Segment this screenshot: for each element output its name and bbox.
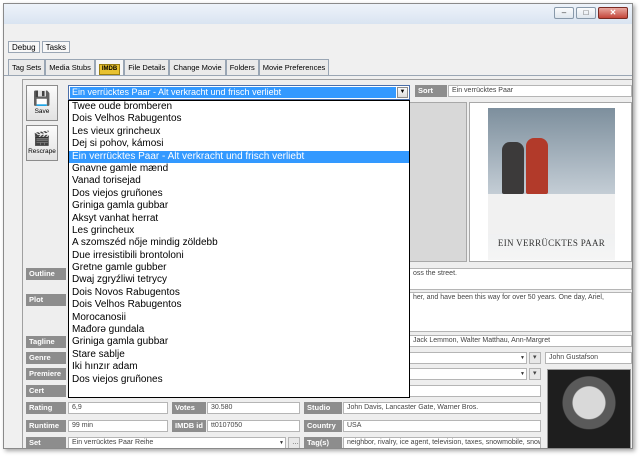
tab-media-stubs[interactable]: Media Stubs (45, 59, 95, 75)
title-combo[interactable]: Ein verrücktes Paar - Alt verkracht und … (68, 85, 410, 100)
runtime-field[interactable]: 99 min (68, 420, 168, 432)
country-field[interactable]: USA (343, 420, 541, 432)
votes-field[interactable]: 30.580 (207, 402, 300, 414)
set-edit-button[interactable]: … (288, 437, 300, 448)
outline-field[interactable]: oss the street. (409, 268, 632, 290)
tab-strip: Tag Sets Media Stubs IMDB File Details C… (4, 59, 632, 76)
country-label: Country (304, 420, 342, 432)
runtime-label: Runtime (26, 420, 66, 432)
dropdown-option[interactable]: Due irresistibili brontoloni (69, 250, 409, 262)
poster-title: EIN VERRÜCKTES PAAR (497, 238, 606, 248)
dropdown-option[interactable]: Dej si pohov, kámosi (69, 138, 409, 150)
actor-photo[interactable] (547, 369, 631, 448)
actors-field[interactable]: Jack Lemmon, Walter Matthau, Ann-Margret (409, 335, 632, 347)
dropdown-option[interactable]: Les grincheux (69, 225, 409, 237)
tab-tag-sets[interactable]: Tag Sets (8, 59, 46, 75)
dropdown-option[interactable]: Dois Velhos Rabugentos (69, 113, 409, 125)
dropdown-option[interactable]: Iki hınzır adam (69, 361, 409, 373)
dropdown-option[interactable]: Les vieux grincheux (69, 126, 409, 138)
sort-label: Sort (415, 85, 447, 97)
dropdown-option[interactable]: Mađorə gundala (69, 324, 409, 336)
menu-debug[interactable]: Debug (8, 41, 40, 53)
cert-field[interactable] (409, 385, 541, 397)
title-dropdown-list: Twee oude bromberen Dois Velhos Rabugento… (68, 100, 410, 398)
dropdown-option[interactable]: Gnavne gamle mænd (69, 163, 409, 175)
studio-field[interactable]: John Davis, Lancaster Gate, Warner Bros. (343, 402, 541, 414)
premiere-label: Premiere (26, 368, 66, 380)
main-window: – □ ✕ Debug Tasks Tag Sets Media Stubs I… (3, 3, 633, 449)
dropdown-option[interactable]: Dos viejos gruñones (69, 374, 409, 386)
floppy-disk-icon: 💾 (33, 90, 51, 106)
cert-label: Cert (26, 385, 66, 397)
dropdown-option[interactable]: Ein verrücktes Paar - Alt verkracht und … (69, 150, 409, 163)
dropdown-option[interactable]: Dwaj zgryźliwi tetrycy (69, 274, 409, 286)
imdb-id-label: IMDB id (172, 420, 206, 432)
dropdown-option[interactable]: Dos viejos gruñones (69, 188, 409, 200)
save-button[interactable]: 💾 Save (26, 85, 58, 121)
dropdown-option[interactable]: Morocanosii (69, 312, 409, 324)
dropdown-option[interactable]: A szomszéd nője mindig zöldebb (69, 237, 409, 249)
chevron-down-icon[interactable]: ▼ (397, 87, 408, 98)
studio-label: Studio (304, 402, 342, 414)
tagline-label: Tagline (26, 336, 66, 348)
dropdown-option[interactable]: Griniga gamla gubbar (69, 200, 409, 212)
imdb-id-field[interactable]: tt0107050 (207, 420, 300, 432)
plot-label: Plot (26, 294, 66, 306)
outline-label: Outline (26, 268, 66, 280)
genre-combo-button[interactable]: ▾ (529, 352, 541, 364)
title-combo-value: Ein verrücktes Paar - Alt verkracht und … (70, 87, 396, 98)
rating-label: Rating (26, 402, 66, 414)
tab-imdb[interactable]: IMDB (94, 59, 125, 75)
dropdown-option[interactable]: Vanad torisejad (69, 175, 409, 187)
premiere-combo-button[interactable]: ▾ (529, 368, 541, 380)
tab-folders[interactable]: Folders (225, 59, 259, 75)
clapperboard-icon: 🎬 (33, 130, 51, 146)
votes-label: Votes (172, 402, 206, 414)
dropdown-option[interactable]: Stare sablje (69, 349, 409, 361)
genre-combo[interactable] (409, 352, 527, 364)
tab-movie-preferences[interactable]: Movie Preferences (258, 59, 330, 75)
sort-field[interactable]: Ein verrücktes Paar (448, 85, 632, 97)
set-label: Set (26, 437, 66, 448)
dropdown-option[interactable]: Dois Velhos Rabugentos (69, 299, 409, 311)
poster-frame[interactable]: EIN VERRÜCKTES PAAR (469, 102, 632, 262)
premiere-combo[interactable] (409, 368, 527, 380)
tags-field[interactable]: neighbor, rivalry, ice agent, television… (343, 437, 541, 448)
close-button[interactable]: ✕ (598, 7, 628, 19)
dropdown-option[interactable]: Twee oude bromberen (69, 101, 409, 113)
menu-bar: Debug Tasks (4, 41, 632, 55)
movie-details-panel: 💾 Save 🎬 Rescrape Ein verrücktes Paar - … (22, 79, 632, 448)
imdb-logo-icon: IMDB (98, 64, 121, 75)
plot-field[interactable]: her, and have been this way for over 50 … (409, 292, 632, 332)
title-bar: – □ ✕ (4, 4, 632, 24)
tab-change-movie[interactable]: Change Movie (169, 59, 226, 75)
save-button-label: Save (34, 108, 50, 115)
minimize-button[interactable]: – (554, 7, 574, 19)
rescrape-button-label: Rescrape (28, 148, 56, 155)
dropdown-option[interactable]: Dois Novos Rabugentos (69, 287, 409, 299)
tags-label: Tag(s) (304, 437, 342, 448)
poster-image: EIN VERRÜCKTES PAAR (488, 108, 615, 260)
dropdown-option[interactable]: Griniga gamla gubbar (69, 336, 409, 348)
fanart-preview (409, 102, 467, 262)
dropdown-option[interactable]: Aksyt vanhat herrat (69, 213, 409, 225)
director-field[interactable]: John Gustafson (545, 352, 632, 364)
genre-label: Genre (26, 352, 66, 364)
rescrape-button[interactable]: 🎬 Rescrape (26, 125, 58, 161)
dropdown-option[interactable]: Gretne gamle gubber (69, 262, 409, 274)
rating-field[interactable]: 6,9 (68, 402, 168, 414)
maximize-button[interactable]: □ (576, 7, 596, 19)
menu-tasks[interactable]: Tasks (41, 41, 71, 53)
set-combo[interactable]: Ein verrücktes Paar Reihe (68, 437, 286, 448)
tab-file-details[interactable]: File Details (124, 59, 170, 75)
